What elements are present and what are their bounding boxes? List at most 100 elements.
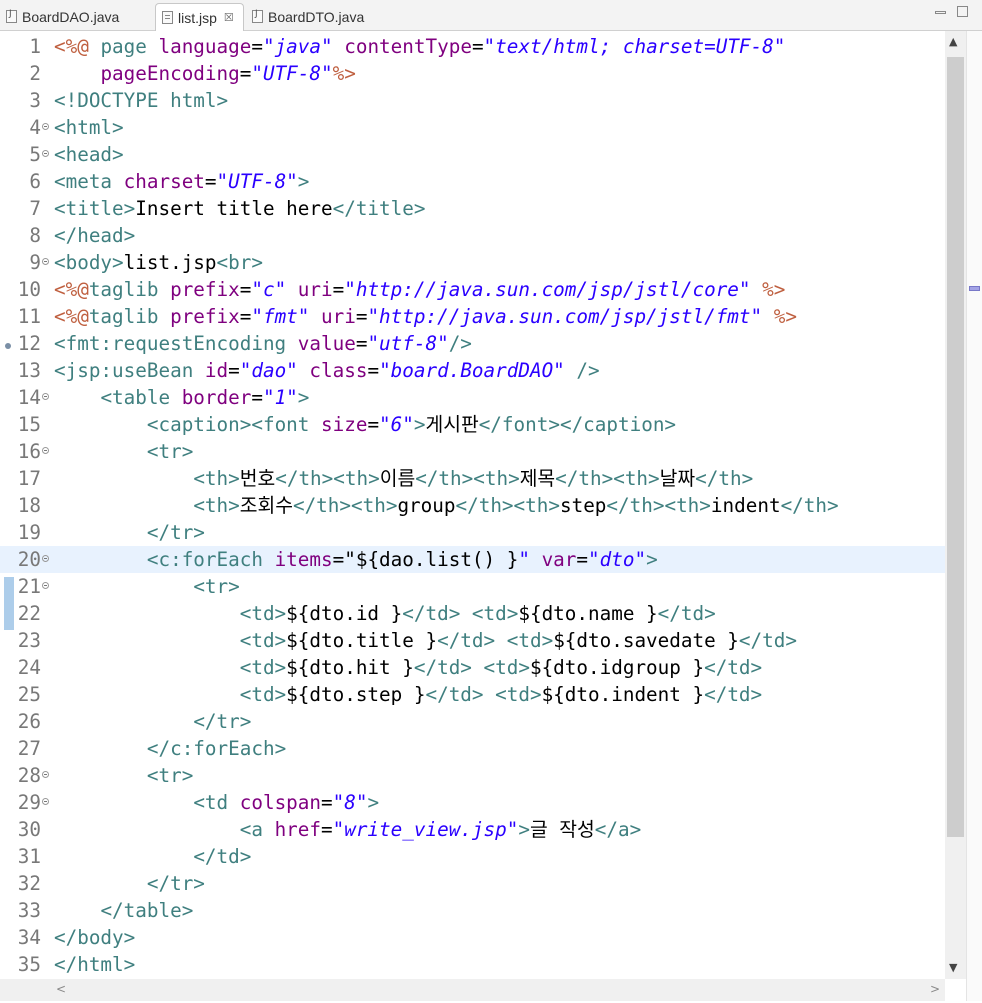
code-text: <html> <box>54 116 124 139</box>
code-text: <td>${dto.step }</td> <td>${dto.indent }… <box>239 683 763 706</box>
line-number: 20 <box>17 548 41 571</box>
editor-tab-bar: BoardDAO.java list.jsp ☒ BoardDTO.java <box>0 0 982 31</box>
close-tab-icon[interactable]: ☒ <box>224 11 234 24</box>
code-line[interactable]: 2 pageEncoding="UTF-8"%> <box>0 60 945 87</box>
code-text: <tr> <box>193 575 240 598</box>
code-line[interactable]: 24 <td>${dto.hit }</td> <td>${dto.idgrou… <box>0 654 945 681</box>
code-line[interactable]: 34 </body> <box>0 924 945 951</box>
line-number: 2 <box>29 62 41 85</box>
occurrence-marker[interactable] <box>969 286 980 291</box>
code-line[interactable]: 4 <html> <box>0 114 945 141</box>
code-line[interactable]: 35 </html> <box>0 951 945 978</box>
code-text: <head> <box>54 143 124 166</box>
tab-boarddto-java[interactable]: BoardDTO.java <box>246 3 396 30</box>
line-number: 1 <box>29 35 41 58</box>
line-number: 29 <box>17 791 41 814</box>
code-line[interactable]: 16 <tr> <box>0 438 945 465</box>
code-line[interactable]: 20 <c:forEach items="${dao.list() }" var… <box>0 546 945 573</box>
line-number: 13 <box>17 359 41 382</box>
fold-toggle-icon[interactable] <box>42 150 49 157</box>
code-line[interactable]: 8 </head> <box>0 222 945 249</box>
fold-toggle-icon[interactable] <box>42 393 49 400</box>
code-text: <fmt:requestEncoding value="utf-8"/> <box>54 332 472 355</box>
fold-toggle-icon[interactable] <box>42 447 49 454</box>
code-line[interactable]: 33 </table> <box>0 897 945 924</box>
overview-ruler <box>966 31 982 1001</box>
code-line[interactable]: 14 <table border="1"> <box>0 384 945 411</box>
line-number: 9 <box>29 251 41 274</box>
code-line[interactable]: 26 </tr> <box>0 708 945 735</box>
code-text: <tr> <box>146 764 194 787</box>
tab-label: BoardDAO.java <box>22 8 120 25</box>
java-file-icon <box>252 9 263 23</box>
code-line[interactable]: 9 <body>list.jsp<br> <box>0 249 945 276</box>
code-line[interactable]: 30 <a href="write_view.jsp">글 작성</a> <box>0 816 945 843</box>
code-text: </head> <box>54 224 136 247</box>
line-number: 32 <box>17 872 41 895</box>
line-number: 22 <box>17 602 41 625</box>
line-number: 23 <box>17 629 41 652</box>
code-line[interactable]: 10 <%@taglib prefix="c" uri="http://java.… <box>0 276 945 303</box>
java-file-icon <box>6 9 17 23</box>
code-text: <th>번호</th><th>이름</th><th>제목</th><th>날짜<… <box>193 467 754 490</box>
minimize-icon[interactable] <box>935 11 946 14</box>
line-number: 26 <box>17 710 41 733</box>
code-line[interactable]: 6 <meta charset="UTF-8"> <box>0 168 945 195</box>
code-text: <tr> <box>146 440 194 463</box>
code-text: <!DOCTYPE html> <box>54 89 229 112</box>
code-line[interactable]: 15 <caption><font size="6">게시판</font></c… <box>0 411 945 438</box>
scroll-left-icon[interactable]: < <box>56 982 66 996</box>
code-line[interactable]: 3 <!DOCTYPE html> <box>0 87 945 114</box>
code-line[interactable]: 18 <th>조회수</th><th>group</th><th>step</t… <box>0 492 945 519</box>
code-line[interactable]: 29 <td colspan="8"> <box>0 789 945 816</box>
code-line[interactable]: 12 <fmt:requestEncoding value="utf-8"/> <box>0 330 945 357</box>
code-text: <%@taglib prefix="c" uri="http://java.su… <box>54 278 786 301</box>
line-number: 6 <box>29 170 41 193</box>
line-number: 25 <box>17 683 41 706</box>
line-number: 35 <box>17 953 41 976</box>
fold-toggle-icon[interactable] <box>42 555 49 562</box>
code-line[interactable]: 17 <th>번호</th><th>이름</th><th>제목</th><th>… <box>0 465 945 492</box>
scroll-down-icon[interactable]: ▼ <box>949 961 957 974</box>
code-text: <a href="write_view.jsp">글 작성</a> <box>239 818 642 841</box>
code-line[interactable]: 32 </tr> <box>0 870 945 897</box>
scroll-thumb[interactable] <box>947 57 964 837</box>
tab-boarddao-java[interactable]: BoardDAO.java <box>0 3 154 30</box>
line-number: 17 <box>17 467 41 490</box>
code-line[interactable]: 23 <td>${dto.title }</td> <td>${dto.save… <box>0 627 945 654</box>
line-number: 16 <box>17 440 41 463</box>
scroll-right-icon[interactable]: > <box>930 982 940 996</box>
code-text: <td>${dto.hit }</td> <td>${dto.idgroup }… <box>239 656 763 679</box>
horizontal-scrollbar[interactable]: < > <box>0 979 945 1001</box>
code-line[interactable]: 19 </tr> <box>0 519 945 546</box>
tab-list-jsp[interactable]: list.jsp ☒ <box>155 3 244 31</box>
code-line[interactable]: 5 <head> <box>0 141 945 168</box>
code-line[interactable]: 7 <title>Insert title here</title> <box>0 195 945 222</box>
line-number: 8 <box>29 224 41 247</box>
code-line[interactable]: 22 <td>${dto.id }</td> <td>${dto.name }<… <box>0 600 945 627</box>
vertical-scrollbar[interactable]: ▲ ▼ <box>945 31 966 979</box>
fold-toggle-icon[interactable] <box>42 258 49 265</box>
code-text: <td colspan="8"> <box>193 791 380 814</box>
scroll-up-icon[interactable]: ▲ <box>949 35 957 48</box>
fold-toggle-icon[interactable] <box>42 798 49 805</box>
code-line[interactable]: 13 <jsp:useBean id="dao" class="board.Boa… <box>0 357 945 384</box>
line-number: 21 <box>17 575 41 598</box>
fold-toggle-icon[interactable] <box>42 123 49 130</box>
code-line[interactable]: 31 </td> <box>0 843 945 870</box>
code-line[interactable]: 1 <%@ page language="java" contentType="t… <box>0 33 945 60</box>
code-editor[interactable]: 1 <%@ page language="java" contentType="t… <box>0 31 945 979</box>
line-number: 12 <box>17 332 41 355</box>
code-line[interactable]: 21 <tr> <box>0 573 945 600</box>
code-line[interactable]: 11 <%@taglib prefix="fmt" uri="http://jav… <box>0 303 945 330</box>
code-text: <th>조회수</th><th>group</th><th>step</th><… <box>193 494 839 517</box>
tab-label: list.jsp <box>178 9 217 26</box>
code-line[interactable]: 27 </c:forEach> <box>0 735 945 762</box>
code-line[interactable]: 25 <td>${dto.step }</td> <td>${dto.inden… <box>0 681 945 708</box>
maximize-icon[interactable] <box>957 6 968 17</box>
fold-toggle-icon[interactable] <box>42 771 49 778</box>
code-line[interactable]: 28 <tr> <box>0 762 945 789</box>
code-text: </html> <box>54 953 136 976</box>
fold-toggle-icon[interactable] <box>42 582 49 589</box>
line-number: 30 <box>17 818 41 841</box>
